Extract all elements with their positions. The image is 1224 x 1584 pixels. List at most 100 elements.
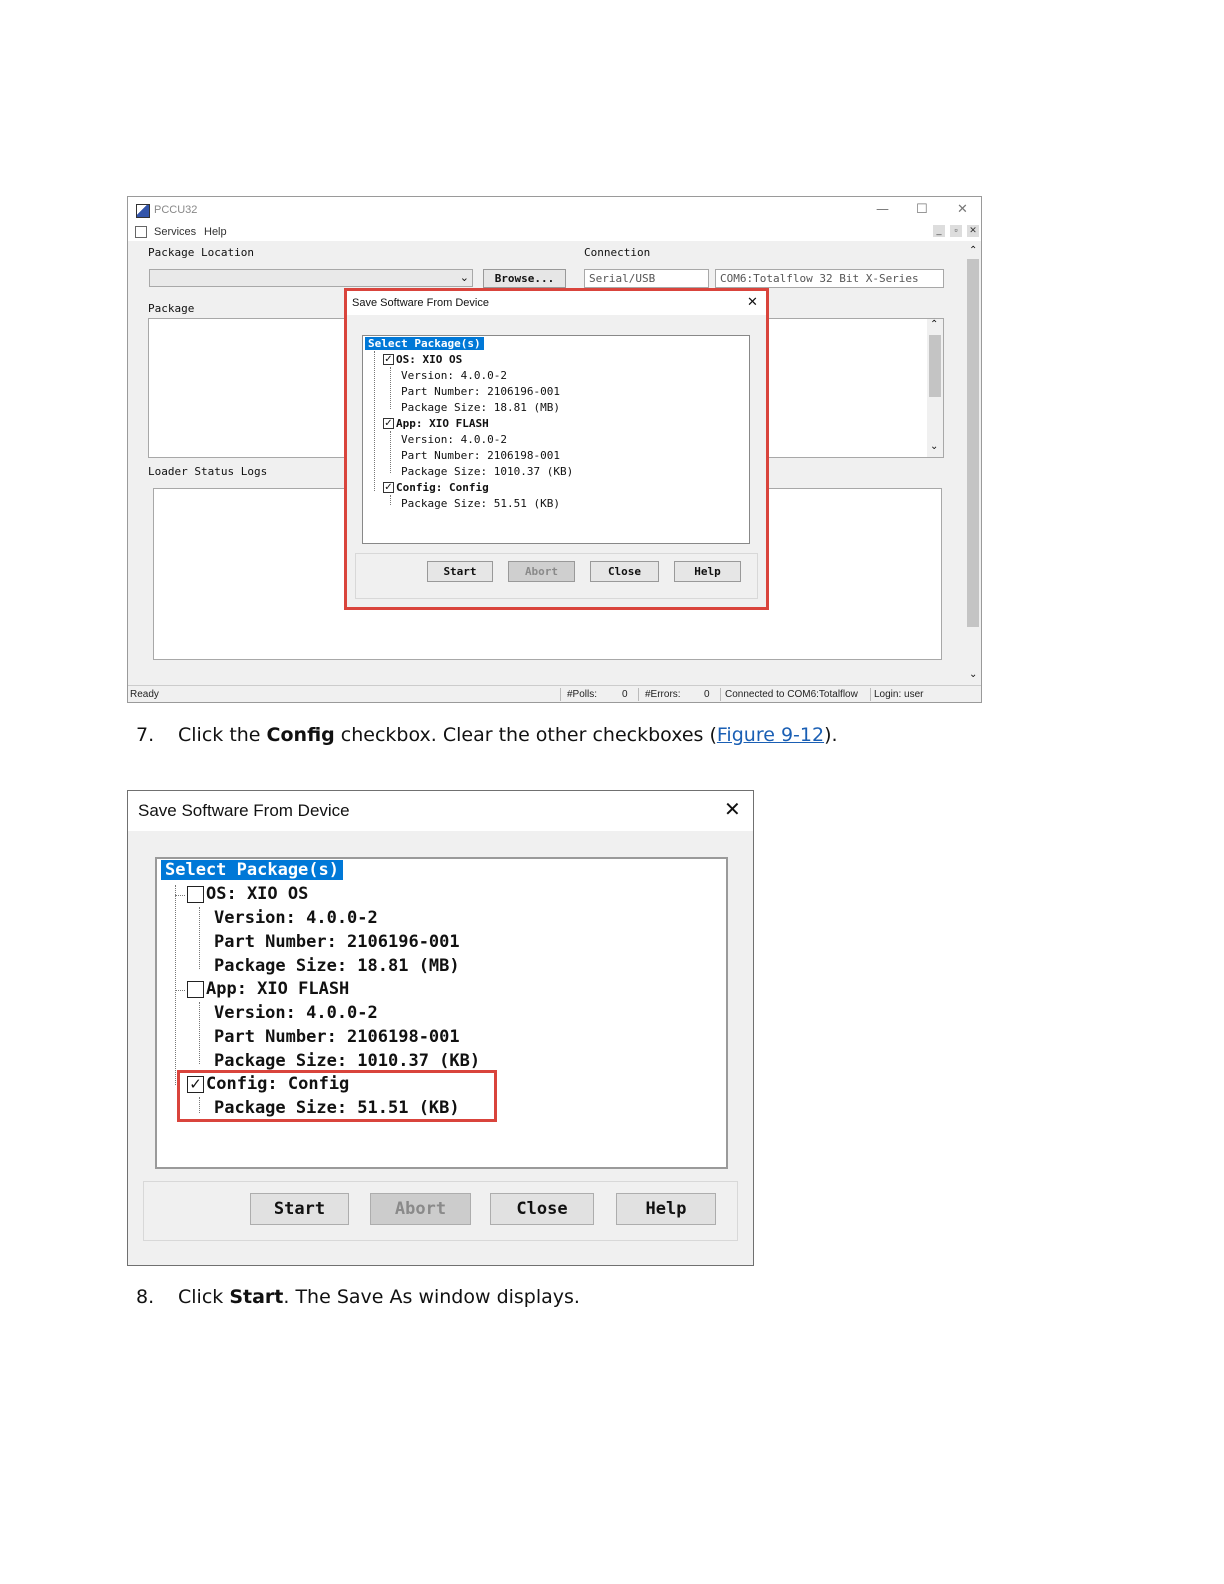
status-errors-label: #Errors:: [645, 689, 681, 700]
mdi-minimize-icon[interactable]: _: [933, 225, 945, 237]
app-package-size: Package Size: 1010.37 (KB): [214, 1051, 481, 1071]
close-icon[interactable]: ✕: [957, 202, 968, 217]
step-7-pre: Click the: [178, 724, 267, 746]
dialog-close-icon[interactable]: ✕: [747, 295, 758, 310]
tree-line: [374, 351, 375, 491]
help-button[interactable]: Help: [616, 1193, 716, 1225]
scroll-up-icon[interactable]: ⌃: [930, 319, 938, 330]
step-number: 7.: [136, 724, 155, 746]
dialog-title: Save Software From Device: [352, 297, 489, 309]
main-scroll-up-icon[interactable]: ⌃: [969, 245, 977, 256]
step-8-post: . The Save As window displays.: [283, 1286, 580, 1308]
browse-button[interactable]: Browse...: [483, 269, 566, 288]
package-location-label: Package Location: [148, 246, 254, 259]
title-bar: PCCU32 — ☐ ✕: [128, 197, 981, 223]
app-package-size: Package Size: 1010.37 (KB): [401, 465, 574, 478]
abort-button: Abort: [508, 561, 575, 582]
start-button[interactable]: Start: [427, 561, 493, 582]
tree-line: [390, 367, 391, 409]
app-checkbox[interactable]: ✓: [383, 418, 394, 429]
tree-line: [175, 895, 185, 896]
main-scrollbar[interactable]: ⌃ ⌄: [965, 245, 981, 685]
step-7-bold: Config: [266, 724, 335, 746]
step-number: 8.: [136, 1286, 155, 1308]
tree-line: [199, 1002, 200, 1064]
minimize-icon[interactable]: —: [876, 202, 889, 217]
maximize-icon[interactable]: ☐: [916, 202, 928, 217]
package-location-dropdown[interactable]: ⌄: [149, 269, 473, 287]
config-package-size: Package Size: 51.51 (KB): [401, 497, 560, 510]
config-package-label: Config: Config: [396, 481, 489, 494]
main-scroll-thumb[interactable]: [967, 259, 979, 627]
config-checkbox[interactable]: ✓: [383, 482, 394, 493]
step-7-post: ).: [824, 724, 838, 746]
mdi-close-icon[interactable]: ✕: [967, 225, 979, 237]
status-separator: [720, 688, 721, 701]
step-8-text: Click Start. The Save As window displays…: [178, 1286, 580, 1308]
status-login: Login: user: [874, 689, 924, 700]
mdi-restore-icon[interactable]: ▫: [950, 225, 962, 237]
status-polls-label: #Polls:: [567, 689, 598, 700]
connection-label: Connection: [584, 246, 651, 259]
status-errors-value: 0: [704, 689, 710, 700]
tree-header[interactable]: Select Package(s): [365, 337, 484, 350]
dialog-close-icon[interactable]: ✕: [724, 797, 741, 821]
app-package-label: App: XIO FLASH: [396, 417, 489, 430]
app-checkbox[interactable]: [187, 981, 204, 998]
package-label: Package: [148, 302, 195, 315]
scroll-down-icon[interactable]: ⌄: [930, 441, 938, 452]
os-checkbox[interactable]: [187, 886, 204, 903]
tree-line: [175, 990, 185, 991]
step-8-bold: Start: [229, 1286, 284, 1308]
status-bar: Ready #Polls: 0 #Errors: 0 Connected to …: [128, 685, 981, 702]
package-list-scrollbar[interactable]: ⌃ ⌄: [927, 319, 943, 457]
os-part-number: Part Number: 2106196-001: [401, 385, 560, 398]
connection-type-field: Serial/USB: [584, 269, 709, 288]
step-8-pre: Click: [178, 1286, 230, 1308]
menu-bar: Services Help _ ▫ ✕: [128, 223, 981, 241]
close-button[interactable]: Close: [590, 561, 659, 582]
tree-header[interactable]: Select Package(s): [161, 860, 343, 880]
tree-line: [175, 885, 176, 1085]
app-part-number: Part Number: 2106198-001: [401, 449, 560, 462]
save-software-dialog: Save Software From Device ✕ Select Packa…: [344, 288, 769, 610]
os-package-size: Package Size: 18.81 (MB): [401, 401, 560, 414]
step-7: 7.: [136, 724, 154, 746]
app-icon: [136, 204, 150, 218]
close-button[interactable]: Close: [490, 1193, 594, 1225]
connection-device-field: COM6:Totalflow 32 Bit X-Series: [715, 269, 944, 288]
chevron-down-icon: ⌄: [459, 271, 469, 284]
main-scroll-down-icon[interactable]: ⌄: [969, 669, 977, 680]
dialog-title-bar: Save Software From Device ✕: [347, 291, 766, 315]
app-version: Version: 4.0.0-2: [214, 1003, 378, 1023]
config-highlight-box: [177, 1070, 497, 1122]
status-separator: [560, 688, 561, 701]
os-package-label: OS: XIO OS: [206, 884, 309, 904]
menu-help[interactable]: Help: [204, 226, 227, 238]
abort-button: Abort: [370, 1193, 471, 1225]
app-version: Version: 4.0.0-2: [401, 433, 507, 446]
start-button[interactable]: Start: [250, 1193, 349, 1225]
pccu32-window: PCCU32 — ☐ ✕ Services Help _ ▫ ✕ Package…: [127, 196, 982, 703]
figure-link[interactable]: Figure 9-12: [717, 724, 824, 746]
step-7-mid: checkbox. Clear the other checkboxes (: [334, 724, 717, 746]
dialog-title-bar: Save Software From Device ✕: [128, 791, 753, 831]
app-part-number: Part Number: 2106198-001: [214, 1027, 460, 1047]
app-package-label: App: XIO FLASH: [206, 979, 350, 999]
os-version: Version: 4.0.0-2: [214, 908, 378, 928]
tree-line: [390, 495, 391, 505]
dialog-title: Save Software From Device: [138, 801, 350, 820]
status-separator: [638, 688, 639, 701]
help-button[interactable]: Help: [674, 561, 741, 582]
status-polls-value: 0: [622, 689, 628, 700]
status-separator: [870, 688, 871, 701]
os-version: Version: 4.0.0-2: [401, 369, 507, 382]
tree-line: [199, 907, 200, 969]
scroll-thumb[interactable]: [929, 335, 941, 397]
step-7-text: Click the Config checkbox. Clear the oth…: [178, 724, 838, 746]
mdi-icon: [135, 226, 147, 238]
menu-services[interactable]: Services: [154, 226, 196, 238]
os-checkbox[interactable]: ✓: [383, 354, 394, 365]
status-connected: Connected to COM6:Totalflow: [725, 689, 858, 700]
step-8: 8.: [136, 1286, 154, 1308]
